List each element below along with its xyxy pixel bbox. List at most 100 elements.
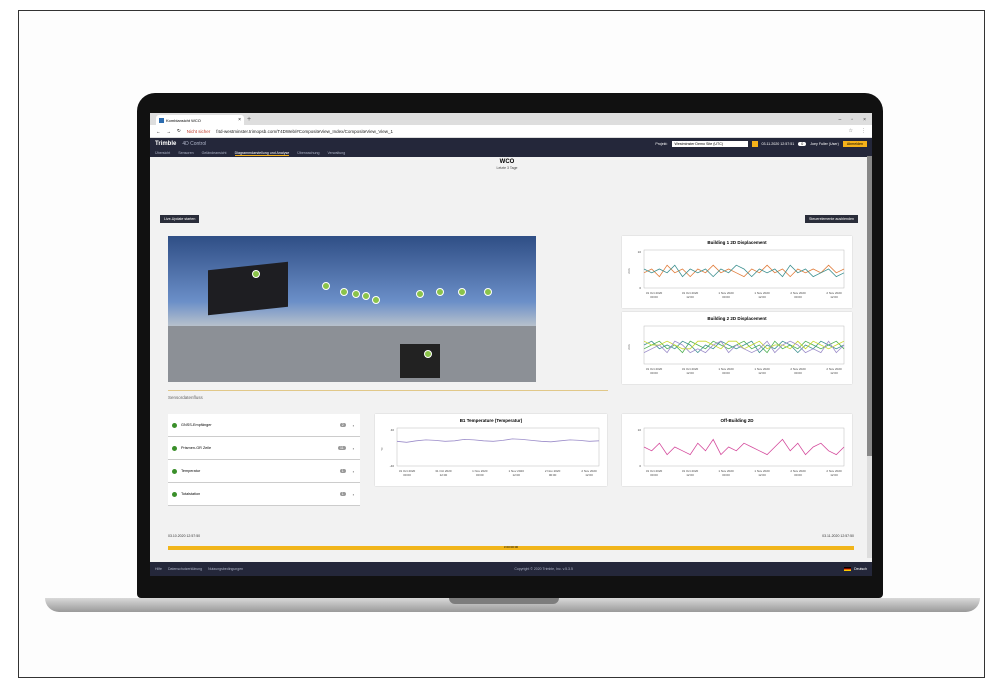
- calendar-icon[interactable]: [751, 140, 758, 147]
- hide-controls-button[interactable]: Steuerelemente ausblenden: [805, 215, 858, 223]
- series-line: [643, 340, 845, 354]
- terms-link[interactable]: Nutzungsbedingungen: [208, 567, 243, 571]
- status-dot-icon: [172, 445, 177, 451]
- site-camera-image[interactable]: [168, 236, 536, 382]
- y-tick-label: -40: [390, 464, 395, 468]
- nav-item-monitoring[interactable]: Überwachung: [297, 151, 319, 155]
- count-badge: 2: [339, 423, 346, 427]
- sensor-marker[interactable]: [322, 282, 330, 290]
- maximize-icon[interactable]: ▫: [851, 115, 853, 125]
- y-axis-label: mm: [627, 268, 631, 273]
- sensor-marker[interactable]: [372, 296, 380, 304]
- scrollbar-thumb[interactable]: [867, 156, 872, 456]
- german-flag-icon: [844, 567, 852, 571]
- sensor-marker[interactable]: [484, 288, 492, 296]
- sensor-marker[interactable]: [416, 290, 424, 298]
- notification-badge[interactable]: 0: [798, 141, 807, 146]
- sensor-marker[interactable]: [362, 292, 370, 300]
- instrument-box: [400, 344, 440, 378]
- laptop-notch: [449, 598, 559, 604]
- y-axis-label: mm: [627, 344, 631, 349]
- language-selector[interactable]: Deutsch: [844, 567, 867, 571]
- x-tick-time: 12:00: [686, 473, 694, 477]
- sensor-marker[interactable]: [424, 350, 432, 358]
- x-tick-time: 12:00: [758, 473, 766, 477]
- list-item[interactable]: Totalstation 1 ›: [168, 483, 360, 506]
- sensor-marker[interactable]: [340, 288, 348, 296]
- x-tick-time: 00:00: [650, 295, 658, 299]
- chart-plot: 31 Oct 202000:0031 Oct 202012:001 Nov 20…: [380, 427, 600, 477]
- sensor-marker[interactable]: [436, 288, 444, 296]
- x-tick-time: 12:00: [830, 295, 838, 299]
- live-update-button[interactable]: Live-Update starten: [160, 215, 200, 223]
- sensor-label: Totalstation: [181, 492, 201, 496]
- menu-icon[interactable]: ⋮: [861, 128, 866, 134]
- window-controls: – ▫ ×: [839, 115, 872, 125]
- back-icon[interactable]: ←: [156, 129, 161, 134]
- minimize-icon[interactable]: –: [839, 115, 842, 125]
- nav-item-charts[interactable]: Diagrammdarstellung und Analyse: [234, 151, 290, 156]
- user-name[interactable]: Joey Fuller (User): [810, 142, 839, 146]
- main-content: WCO Letzte 3 Tage Live-Update starten St…: [150, 156, 864, 558]
- bookmark-icon[interactable]: ☆: [849, 128, 853, 134]
- status-dot-icon: [172, 422, 177, 428]
- sensor-label: GNSS-Empfänger: [181, 423, 212, 427]
- reload-icon[interactable]: ↻: [177, 128, 181, 134]
- chevron-right-icon[interactable]: ›: [350, 492, 360, 497]
- series-line: [643, 438, 845, 456]
- chart-building2[interactable]: Building 2 2D Displacement 31 Oct 2020 00…: [622, 312, 852, 384]
- list-item[interactable]: Temperatur 1 ›: [168, 460, 360, 483]
- project-select[interactable]: Westminster Demo Site (UTC): [671, 140, 748, 147]
- forward-icon[interactable]: →: [167, 129, 172, 134]
- address-bar: ← → ↻ Nicht sicher f4d-westminster.trimo…: [150, 125, 872, 138]
- x-tick-time: 12:00: [830, 371, 838, 375]
- timeline-end: 03.11.2020 12:57:50: [822, 534, 854, 538]
- window-close-icon[interactable]: ×: [863, 115, 866, 125]
- y-tick-label: 0: [639, 286, 641, 290]
- x-tick-time: 12:00: [585, 473, 593, 477]
- privacy-link[interactable]: Datenschutzerklärung: [168, 567, 202, 571]
- x-tick-time: 00:00: [650, 371, 658, 375]
- logout-button[interactable]: Abmelden: [842, 140, 867, 147]
- url-field[interactable]: f4d-westminster.trimopsb.com/T4DWeb/#Com…: [216, 129, 393, 134]
- help-link[interactable]: Hilfe: [155, 567, 162, 571]
- chevron-right-icon[interactable]: ›: [350, 469, 360, 474]
- scrollbar[interactable]: [867, 156, 872, 558]
- list-item[interactable]: GNSS-Empfänger 2 ›: [168, 414, 360, 437]
- x-tick-time: 00:00: [794, 295, 802, 299]
- sensor-marker[interactable]: [458, 288, 466, 296]
- language-label: Deutsch: [854, 567, 867, 571]
- nav-item-site-view[interactable]: Geländeansicht: [202, 151, 227, 155]
- chart-plot: 31 Oct 202000:0031 Oct 202012:001 Nov 20…: [638, 427, 845, 477]
- status-dot-icon: [172, 468, 177, 474]
- nav-item-admin[interactable]: Verwaltung: [327, 151, 345, 155]
- chart-temperature[interactable]: B1 Temperature (Temperatur) 31 Oct 2020 0…: [375, 414, 607, 486]
- security-warning[interactable]: Nicht sicher: [187, 129, 211, 134]
- count-badge: 1: [339, 469, 346, 473]
- close-icon[interactable]: ×: [238, 117, 241, 123]
- chevron-right-icon[interactable]: ›: [350, 446, 360, 451]
- nav-item-sensors[interactable]: Sensoren: [178, 151, 193, 155]
- section-divider: [168, 390, 608, 391]
- x-tick-time: 00:00: [722, 295, 730, 299]
- list-item[interactable]: Prismen-GR Zeile 11 ›: [168, 437, 360, 460]
- chart-off-building[interactable]: Off-Building 2D 31 Oct 2020 00:00 31 Oct 2…: [622, 414, 852, 486]
- chevron-right-icon[interactable]: ›: [350, 423, 360, 428]
- sensor-marker[interactable]: [252, 270, 260, 278]
- new-tab-icon[interactable]: +: [247, 115, 251, 125]
- plot-area: [396, 427, 600, 467]
- app-header: Trimble 4D Control Projekt: Westminster …: [150, 138, 872, 149]
- timeline-center-label: 3 00:00:00: [503, 545, 519, 549]
- sensor-label: Temperatur: [181, 469, 201, 473]
- brand-logo[interactable]: Trimble: [155, 141, 176, 147]
- sensor-marker[interactable]: [352, 290, 360, 298]
- y-axis-label: °C: [380, 446, 384, 450]
- time-range-slider[interactable]: 03.10.2020 12:57:50 03.11.2020 12:57:50 …: [168, 534, 854, 554]
- datetime: 03.11.2020 12:57:51: [761, 141, 795, 146]
- nav-item-overview[interactable]: Übersicht: [155, 151, 170, 155]
- browser-tab[interactable]: Kombiansicht WCO ×: [156, 115, 244, 125]
- chart-building1[interactable]: Building 1 2D Displacement 31 Oct 2020 00…: [622, 236, 852, 308]
- series-line: [643, 264, 845, 278]
- x-tick-time: 12:00: [830, 473, 838, 477]
- page-subtitle: Letzte 3 Tage: [496, 166, 518, 170]
